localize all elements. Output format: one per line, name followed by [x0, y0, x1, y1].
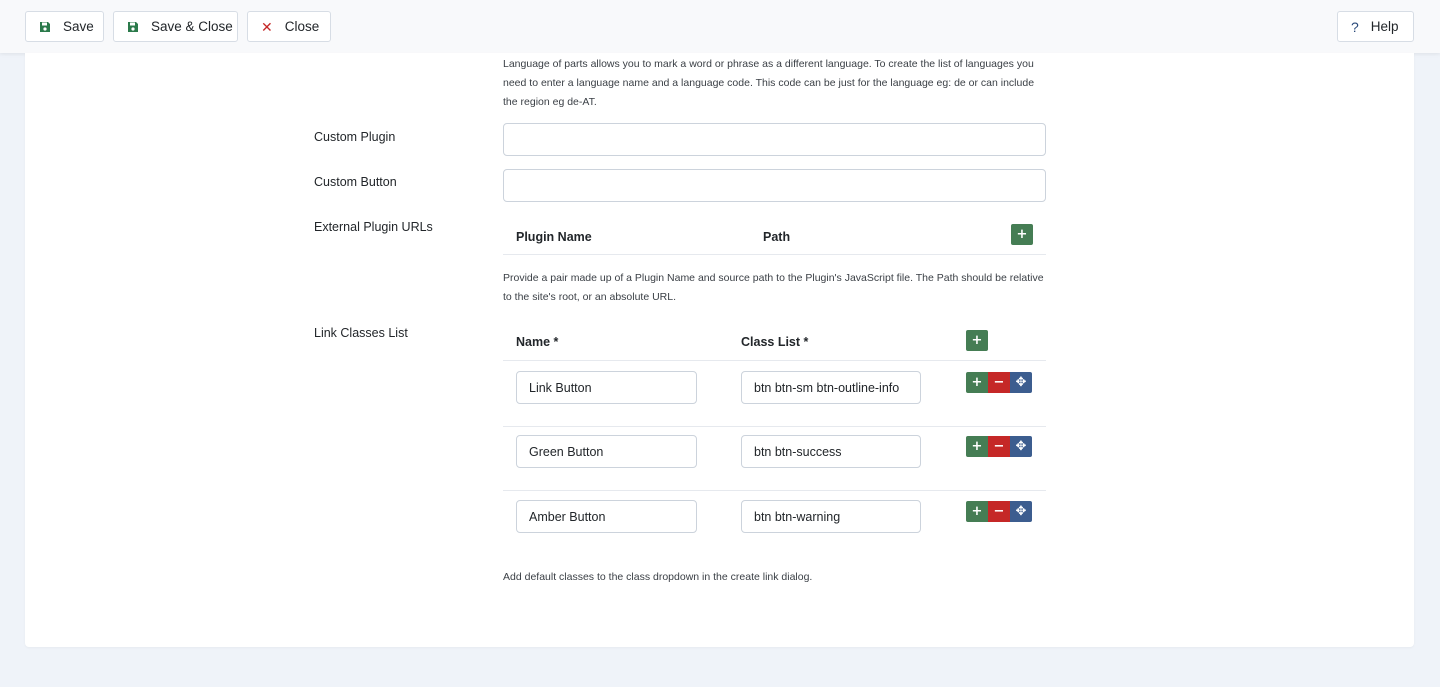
- link-class-name-input[interactable]: [516, 435, 697, 468]
- plus-icon: +: [971, 333, 983, 348]
- plugin-name-header: Plugin Name: [516, 230, 592, 244]
- minus-icon: −: [993, 504, 1005, 519]
- save-close-button[interactable]: Save & Close: [113, 11, 238, 42]
- add-link-class-button[interactable]: +: [966, 330, 988, 351]
- save-label: Save: [63, 19, 94, 34]
- close-button[interactable]: ✕ Close: [247, 11, 331, 42]
- divider: [503, 254, 1046, 255]
- toolbar: Save Save & Close ✕ Close ? Help: [0, 0, 1440, 53]
- class-list-header: Class List *: [741, 335, 809, 349]
- custom-plugin-label: Custom Plugin: [314, 130, 396, 144]
- move-arrows-icon: ✥: [1015, 439, 1027, 454]
- help-button[interactable]: ? Help: [1337, 11, 1414, 42]
- close-label: Close: [284, 19, 320, 34]
- plus-icon: +: [971, 375, 983, 390]
- plus-icon: +: [1016, 227, 1028, 242]
- plus-icon: +: [971, 439, 983, 454]
- remove-row-button[interactable]: −: [988, 501, 1010, 522]
- custom-plugin-input[interactable]: [503, 123, 1046, 156]
- link-class-list-input[interactable]: [741, 435, 921, 468]
- move-arrows-icon: ✥: [1015, 375, 1027, 390]
- external-plugin-urls-label: External Plugin URLs: [314, 220, 433, 234]
- language-parts-description: Language of parts allows you to mark a w…: [503, 58, 1035, 108]
- move-arrows-icon: ✥: [1015, 504, 1027, 519]
- move-row-button[interactable]: ✥: [1010, 436, 1032, 457]
- link-class-name-input[interactable]: [516, 500, 697, 533]
- remove-row-button[interactable]: −: [988, 372, 1010, 393]
- add-plugin-button[interactable]: +: [1011, 224, 1033, 245]
- save-button[interactable]: Save: [25, 11, 104, 42]
- link-class-list-input[interactable]: [741, 371, 921, 404]
- save-close-label: Save & Close: [151, 19, 233, 34]
- add-row-button[interactable]: +: [966, 501, 988, 522]
- custom-button-label: Custom Button: [314, 175, 397, 189]
- question-icon: ?: [1351, 18, 1359, 35]
- add-row-button[interactable]: +: [966, 372, 988, 393]
- minus-icon: −: [993, 439, 1005, 454]
- move-row-button[interactable]: ✥: [1010, 501, 1032, 522]
- link-classes-list-label: Link Classes List: [314, 326, 408, 340]
- move-row-button[interactable]: ✥: [1010, 372, 1032, 393]
- help-label: Help: [1370, 19, 1399, 34]
- link-class-name-input[interactable]: [516, 371, 697, 404]
- close-icon: ✕: [261, 18, 273, 35]
- remove-row-button[interactable]: −: [988, 436, 1010, 457]
- minus-icon: −: [993, 375, 1005, 390]
- plus-icon: +: [971, 504, 983, 519]
- add-row-button[interactable]: +: [966, 436, 988, 457]
- link-classes-description: Add default classes to the class dropdow…: [503, 571, 813, 583]
- form-card: Language of parts allows you to mark a w…: [25, 53, 1414, 647]
- floppy-disk-icon: [39, 21, 51, 33]
- external-plugins-description: Provide a pair made up of a Plugin Name …: [503, 272, 1044, 303]
- link-class-list-input[interactable]: [741, 500, 921, 533]
- name-header: Name *: [516, 335, 559, 349]
- divider: [503, 490, 1046, 491]
- divider: [503, 360, 1046, 361]
- divider: [503, 426, 1046, 427]
- path-header: Path: [763, 230, 791, 244]
- floppy-disk-icon: [127, 21, 139, 33]
- custom-button-input[interactable]: [503, 169, 1046, 202]
